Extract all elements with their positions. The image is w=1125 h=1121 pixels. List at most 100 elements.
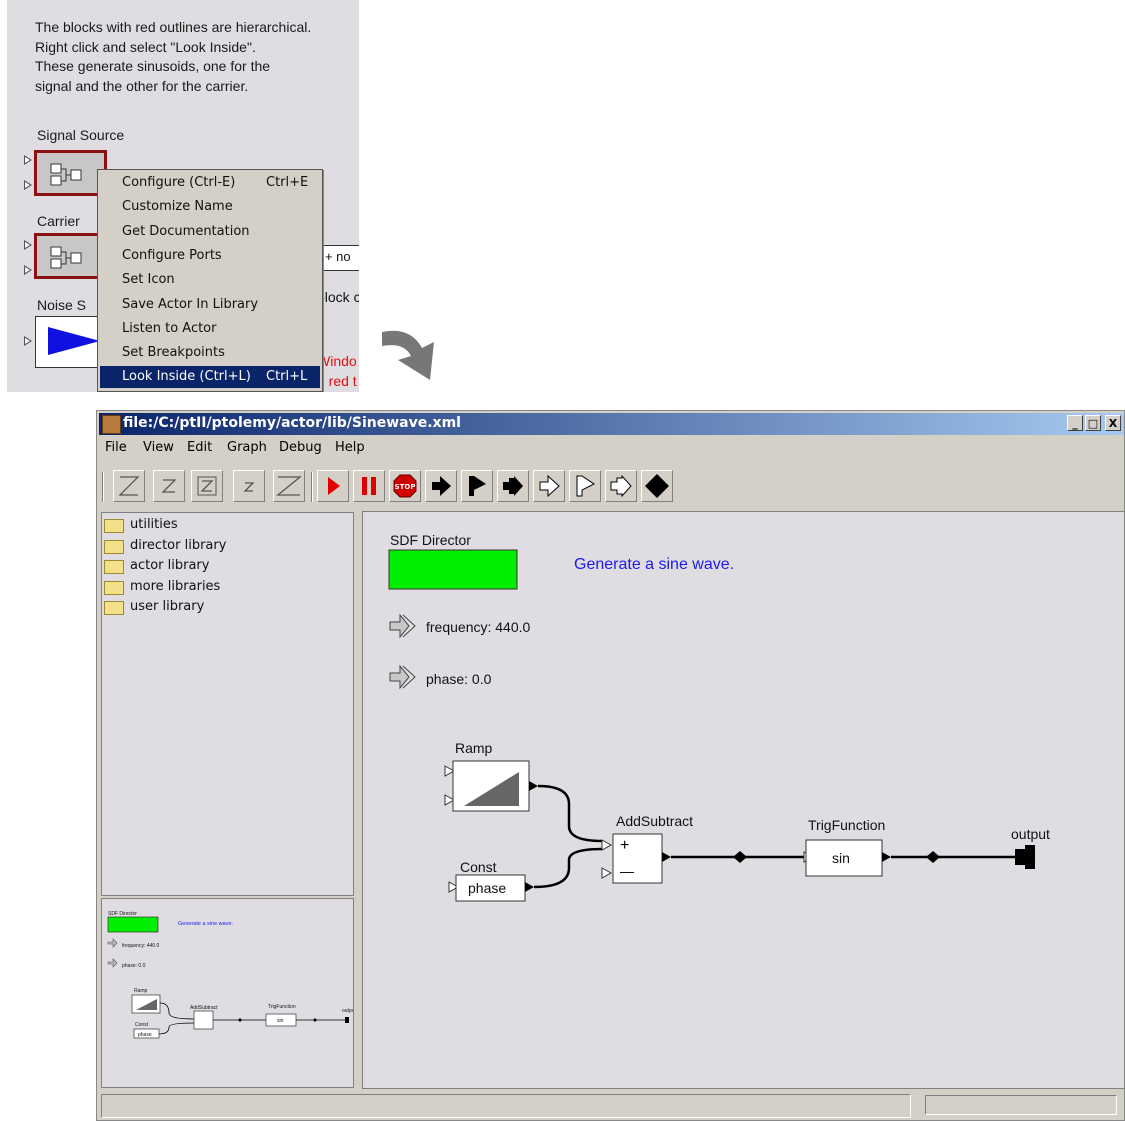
zoom-fit-icon[interactable] bbox=[191, 470, 223, 502]
library-item-label: more libraries bbox=[130, 579, 221, 594]
stop-icon-text: STOP bbox=[395, 483, 416, 491]
vergil-window: file:/C:/ptII/ptolemy/actor/lib/Sinewave… bbox=[96, 410, 1125, 1121]
input-port-icon bbox=[24, 180, 32, 190]
output-port-icon[interactable] bbox=[1015, 845, 1035, 869]
overview-annotation: Generate a sine wave. bbox=[178, 921, 234, 927]
window-title: file:/C:/ptII/ptolemy/actor/lib/Sinewave… bbox=[123, 415, 461, 431]
library-item-label: director library bbox=[130, 538, 227, 553]
menu-edit[interactable]: Edit bbox=[187, 440, 212, 455]
addsubtract-label: AddSubtract bbox=[616, 813, 693, 829]
library-panel: utilities director library actor library… bbox=[101, 512, 354, 896]
overview-diagram: SDF Director Generate a sine wave. frequ… bbox=[107, 911, 354, 1039]
output-port-icon bbox=[662, 852, 671, 862]
library-item-label: utilities bbox=[130, 517, 178, 532]
gaussian-triangle-icon bbox=[48, 327, 100, 355]
menu-item-listen-to-actor[interactable]: Listen to Actor bbox=[100, 318, 320, 340]
run-icon[interactable] bbox=[317, 470, 349, 502]
relation-diamond[interactable] bbox=[733, 851, 747, 863]
folder-icon bbox=[104, 581, 124, 595]
stop-icon[interactable]: STOP bbox=[389, 470, 421, 502]
overview-param-icon bbox=[107, 958, 118, 968]
menu-item-label: Save Actor In Library bbox=[122, 297, 259, 312]
overview-output-label: output bbox=[342, 1008, 354, 1014]
overview-param-frequency: frequency: 440.0 bbox=[122, 943, 159, 949]
pause-icon[interactable] bbox=[353, 470, 385, 502]
connection-const[interactable] bbox=[533, 847, 603, 889]
const-label: Const bbox=[460, 859, 497, 875]
menu-debug[interactable]: Debug bbox=[279, 440, 322, 455]
overview-director-label: SDF Director bbox=[108, 911, 137, 917]
input-port-icon bbox=[24, 336, 32, 346]
zoom-full-icon[interactable] bbox=[273, 470, 305, 502]
zoom-out-icon[interactable] bbox=[233, 470, 265, 502]
description-text: The blocks with red outlines are hierarc… bbox=[35, 18, 311, 96]
model-diagram: SDF Director Generate a sine wave. frequ… bbox=[388, 532, 1050, 902]
zoom-reset-icon[interactable] bbox=[113, 470, 145, 502]
context-menu: Configure (Ctrl-E) Ctrl+E Customize Name … bbox=[97, 169, 323, 392]
relation-diamond[interactable] bbox=[926, 851, 940, 863]
overview-panel[interactable]: SDF Director Generate a sine wave. frequ… bbox=[101, 898, 354, 1088]
noise-label: Noise S bbox=[37, 297, 87, 313]
annotation-text[interactable]: Generate a sine wave. bbox=[574, 556, 734, 573]
composite-actor-icon bbox=[50, 163, 82, 186]
description-line: Right click and select "Look Inside". bbox=[35, 38, 256, 55]
connection-ramp[interactable] bbox=[537, 784, 603, 843]
title-bar[interactable]: file:/C:/ptII/ptolemy/actor/lib/Sinewave… bbox=[99, 413, 1124, 435]
input-port-icon bbox=[601, 867, 613, 879]
app-icon bbox=[102, 415, 121, 434]
diamond-icon[interactable] bbox=[641, 470, 673, 502]
outline-flag-icon[interactable] bbox=[569, 470, 601, 502]
menu-item-look-inside[interactable]: Look Inside (Ctrl+L) Ctrl+L bbox=[100, 366, 320, 388]
menu-item-customize-name[interactable]: Customize Name bbox=[100, 196, 320, 218]
menu-item-get-documentation[interactable]: Get Documentation bbox=[100, 221, 320, 243]
menu-view[interactable]: View bbox=[143, 440, 174, 455]
parameter-phase[interactable]: phase: 0.0 bbox=[389, 664, 492, 690]
step-arrow-block-icon[interactable] bbox=[497, 470, 529, 502]
output-port-icon bbox=[882, 852, 891, 862]
parameter-frequency[interactable]: frequency: 440.0 bbox=[389, 613, 531, 639]
input-port-icon bbox=[24, 155, 32, 165]
description-line: signal and the other for the carrier. bbox=[35, 77, 249, 94]
input-port-icon bbox=[24, 240, 32, 250]
parameter-phase-label: phase: 0.0 bbox=[426, 671, 492, 687]
menu-graph[interactable]: Graph bbox=[227, 440, 267, 455]
menu-item-configure[interactable]: Configure (Ctrl-E) Ctrl+E bbox=[100, 172, 320, 194]
menu-help[interactable]: Help bbox=[335, 440, 365, 455]
step-flag-icon[interactable] bbox=[461, 470, 493, 502]
folder-icon bbox=[104, 560, 124, 574]
menu-item-label: Customize Name bbox=[122, 199, 233, 214]
output-port-label: output bbox=[1011, 826, 1050, 842]
menu-item-configure-ports[interactable]: Configure Ports bbox=[100, 245, 320, 267]
menu-item-set-icon[interactable]: Set Icon bbox=[100, 269, 320, 291]
output-port-icon bbox=[525, 882, 534, 892]
overview-param-icon bbox=[107, 938, 118, 948]
output-port-icon bbox=[529, 781, 538, 791]
sdf-director[interactable] bbox=[388, 549, 518, 590]
input-port-icon bbox=[601, 839, 613, 851]
trig-label: TrigFunction bbox=[808, 817, 885, 833]
outline-forward-icon[interactable] bbox=[533, 470, 565, 502]
minimize-button[interactable]: _ bbox=[1067, 415, 1083, 431]
step-forward-icon[interactable] bbox=[425, 470, 457, 502]
menu-item-save-actor[interactable]: Save Actor In Library bbox=[100, 294, 320, 316]
overview-ramp-label: Ramp bbox=[134, 988, 148, 994]
status-message-pane bbox=[101, 1094, 911, 1118]
folder-icon bbox=[104, 601, 124, 615]
library-item-label: user library bbox=[130, 599, 205, 614]
graph-canvas[interactable]: SDF Director Generate a sine wave. frequ… bbox=[362, 511, 1125, 1089]
menu-item-label: Get Documentation bbox=[122, 224, 250, 239]
menu-item-label: Configure (Ctrl-E) bbox=[122, 175, 236, 190]
progress-pane bbox=[925, 1095, 1117, 1115]
outline-arrow-icon[interactable] bbox=[605, 470, 637, 502]
zoom-in-icon[interactable] bbox=[153, 470, 185, 502]
maximize-button[interactable]: □ bbox=[1085, 415, 1101, 431]
director-label: SDF Director bbox=[390, 532, 471, 548]
close-button[interactable]: X bbox=[1105, 415, 1121, 431]
toolbar: STOP bbox=[99, 466, 1124, 508]
overview-director bbox=[107, 916, 159, 933]
menu-item-set-breakpoints[interactable]: Set Breakpoints bbox=[100, 342, 320, 364]
carrier-label: Carrier bbox=[37, 213, 80, 229]
const-value: phase bbox=[468, 880, 506, 896]
menu-file[interactable]: File bbox=[105, 440, 127, 455]
overview-param-phase: phase: 0.0 bbox=[122, 963, 146, 969]
